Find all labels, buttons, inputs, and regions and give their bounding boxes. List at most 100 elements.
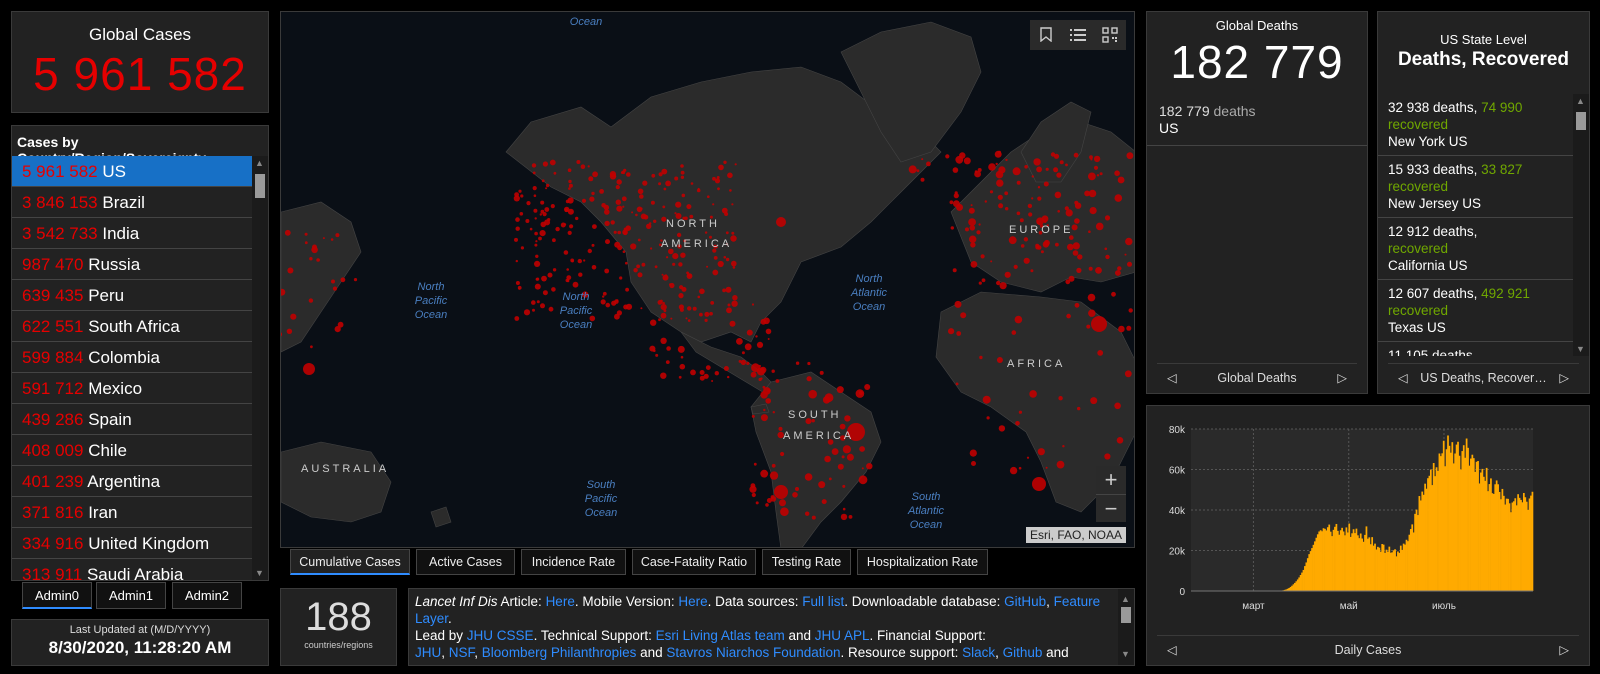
case-marker[interactable] bbox=[681, 286, 687, 292]
case-marker[interactable] bbox=[772, 411, 775, 414]
case-marker[interactable] bbox=[316, 258, 320, 262]
case-marker[interactable] bbox=[1042, 241, 1050, 248]
case-marker[interactable] bbox=[970, 261, 978, 268]
case-marker[interactable] bbox=[540, 209, 545, 214]
case-marker[interactable] bbox=[311, 246, 318, 254]
case-marker[interactable] bbox=[619, 276, 623, 280]
case-marker[interactable] bbox=[774, 485, 788, 499]
case-marker[interactable] bbox=[616, 299, 619, 302]
case-marker[interactable] bbox=[969, 225, 976, 231]
case-marker[interactable] bbox=[330, 238, 334, 241]
case-marker[interactable] bbox=[611, 300, 617, 306]
case-marker[interactable] bbox=[626, 172, 631, 177]
case-marker[interactable] bbox=[848, 515, 853, 519]
chevron-left-icon[interactable]: ◁ bbox=[1167, 364, 1177, 392]
case-marker[interactable] bbox=[660, 312, 667, 319]
case-marker[interactable] bbox=[1033, 158, 1041, 166]
case-marker[interactable] bbox=[970, 242, 976, 248]
case-marker[interactable] bbox=[866, 463, 873, 470]
case-marker[interactable] bbox=[750, 371, 757, 378]
country-row[interactable]: 401 239 Argentina bbox=[12, 466, 252, 497]
case-marker[interactable] bbox=[771, 369, 775, 373]
case-marker[interactable] bbox=[531, 163, 537, 168]
case-marker[interactable] bbox=[836, 386, 844, 394]
case-marker[interactable] bbox=[945, 154, 950, 159]
case-marker[interactable] bbox=[639, 194, 644, 199]
case-marker[interactable] bbox=[687, 306, 692, 311]
case-marker[interactable] bbox=[654, 265, 658, 269]
case-marker[interactable] bbox=[1057, 210, 1060, 213]
case-marker[interactable] bbox=[746, 361, 750, 365]
case-marker[interactable] bbox=[662, 205, 666, 209]
case-marker[interactable] bbox=[566, 268, 569, 271]
case-marker[interactable] bbox=[604, 209, 610, 215]
case-marker[interactable] bbox=[780, 507, 789, 516]
case-marker[interactable] bbox=[1059, 160, 1064, 165]
case-marker[interactable] bbox=[534, 260, 541, 267]
case-marker[interactable] bbox=[1095, 222, 1104, 231]
case-marker[interactable] bbox=[518, 189, 522, 193]
case-marker[interactable] bbox=[534, 243, 538, 247]
case-marker[interactable] bbox=[680, 164, 684, 168]
case-marker[interactable] bbox=[819, 370, 824, 375]
case-marker[interactable] bbox=[577, 258, 582, 264]
scroll-down-icon[interactable]: ▼ bbox=[255, 568, 264, 578]
case-marker[interactable] bbox=[746, 329, 753, 336]
case-marker[interactable] bbox=[672, 262, 676, 266]
case-marker[interactable] bbox=[532, 171, 536, 175]
case-marker[interactable] bbox=[996, 280, 1001, 286]
case-marker[interactable] bbox=[538, 236, 542, 241]
chevron-right-icon[interactable]: ▷ bbox=[1337, 364, 1347, 392]
case-marker[interactable] bbox=[623, 230, 628, 236]
case-marker[interactable] bbox=[1023, 237, 1029, 242]
case-marker[interactable] bbox=[780, 451, 785, 457]
country-list[interactable]: 5 961 582 US 3 846 153 Brazil 3 542 733 In… bbox=[12, 156, 252, 580]
case-marker[interactable] bbox=[1114, 194, 1123, 202]
case-marker[interactable] bbox=[536, 277, 540, 281]
case-marker[interactable] bbox=[996, 179, 1004, 187]
case-marker[interactable] bbox=[1114, 170, 1120, 176]
case-marker[interactable] bbox=[653, 219, 657, 223]
case-marker[interactable] bbox=[926, 161, 931, 167]
us-state-scrollbar[interactable]: ▲ ▼ bbox=[1573, 94, 1589, 356]
case-marker[interactable] bbox=[1099, 172, 1103, 176]
case-marker[interactable] bbox=[630, 243, 637, 250]
case-marker[interactable] bbox=[1031, 175, 1034, 178]
case-marker[interactable] bbox=[353, 278, 358, 282]
case-marker[interactable] bbox=[605, 302, 611, 308]
case-marker[interactable] bbox=[714, 371, 719, 376]
case-marker[interactable] bbox=[547, 218, 551, 222]
case-marker[interactable] bbox=[1018, 410, 1023, 414]
case-marker[interactable] bbox=[1030, 269, 1034, 273]
mobile-link[interactable]: Here bbox=[678, 594, 707, 609]
case-marker[interactable] bbox=[795, 361, 800, 365]
case-marker[interactable] bbox=[1058, 396, 1063, 401]
article-link[interactable]: Here bbox=[546, 594, 575, 609]
case-marker[interactable] bbox=[948, 328, 955, 335]
case-marker[interactable] bbox=[1054, 191, 1062, 199]
case-marker[interactable] bbox=[996, 357, 1003, 363]
case-marker[interactable] bbox=[699, 370, 705, 375]
case-marker[interactable] bbox=[725, 286, 732, 293]
case-marker[interactable] bbox=[729, 320, 736, 327]
case-marker[interactable] bbox=[824, 393, 834, 403]
case-marker[interactable] bbox=[568, 183, 573, 188]
case-marker[interactable] bbox=[842, 445, 852, 454]
case-marker[interactable] bbox=[519, 212, 524, 216]
country-row[interactable]: 408 009 Chile bbox=[12, 435, 252, 466]
case-marker[interactable] bbox=[1104, 215, 1111, 221]
case-marker[interactable] bbox=[635, 213, 638, 217]
case-marker[interactable] bbox=[631, 211, 634, 214]
stavros-link[interactable]: Stavros Niarchos Foundation bbox=[666, 645, 840, 660]
case-marker[interactable] bbox=[954, 300, 962, 308]
github2-link[interactable]: Github bbox=[1003, 645, 1043, 660]
case-marker[interactable] bbox=[952, 167, 959, 173]
country-list-scrollbar[interactable]: ▲ ▼ bbox=[252, 156, 268, 580]
case-marker[interactable] bbox=[534, 217, 537, 220]
case-marker[interactable] bbox=[771, 463, 776, 468]
case-marker[interactable] bbox=[704, 311, 710, 317]
case-marker[interactable] bbox=[616, 179, 622, 185]
case-marker[interactable] bbox=[1077, 254, 1083, 260]
country-row[interactable]: 313 911 Saudi Arabia bbox=[12, 559, 252, 580]
case-marker[interactable] bbox=[949, 200, 954, 205]
